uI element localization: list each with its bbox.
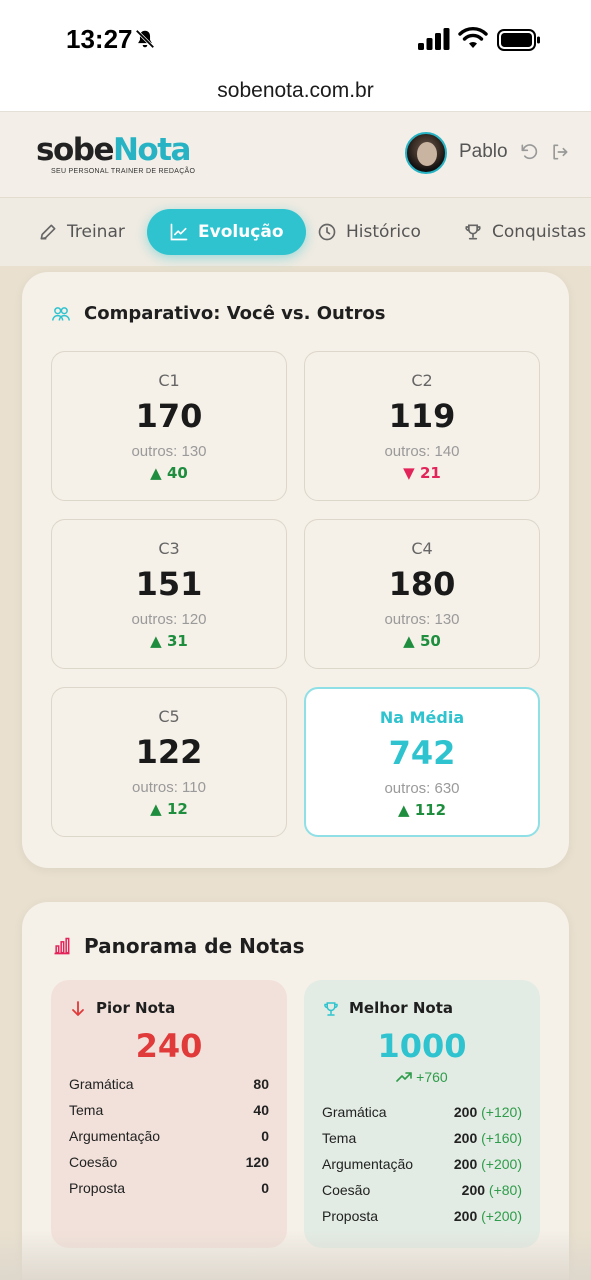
metric-diff: ▲ 50: [403, 632, 441, 650]
arrow-down-icon: [72, 1001, 84, 1016]
trend-up-icon: [396, 1072, 413, 1082]
metric-label: C4: [411, 539, 433, 558]
card-title: Comparativo: Você vs. Outros: [84, 303, 386, 324]
sobenota-logo[interactable]: sobeNota SEU PERSONAL TRAINER DE REDAÇÃO: [36, 132, 195, 188]
metric-card-c4: C4 180 outros: 130 ▲ 50: [304, 519, 540, 669]
metric-label: C1: [158, 371, 180, 390]
main-nav-tabs: Treinar Evolução Histórico Conquistas: [0, 198, 591, 266]
avatar[interactable]: [405, 132, 447, 174]
score-row: Tema 40: [69, 1102, 269, 1118]
logo-tagline: SEU PERSONAL TRAINER DE REDAÇÃO: [51, 168, 196, 175]
trophy-icon: [465, 224, 481, 240]
arrow-up-icon: ▲: [150, 800, 167, 818]
metric-others: outros: 140: [384, 443, 460, 460]
metric-value: 180: [388, 565, 456, 603]
worst-score-value: 240: [135, 1027, 203, 1065]
best-score-label: Melhor Nota: [349, 999, 453, 1017]
metric-value: 119: [388, 397, 456, 435]
metric-others: outros: 130: [384, 611, 460, 628]
metric-diff: ▲ 112: [397, 801, 447, 819]
tab-conquistas[interactable]: Conquistas: [463, 209, 586, 255]
score-row: Tema 200 (+160): [322, 1130, 522, 1146]
score-row: Coesão 120: [69, 1154, 269, 1170]
metric-diff: ▼ 21: [403, 464, 441, 482]
metric-diff: ▲ 40: [150, 464, 188, 482]
bottom-fade: [0, 1230, 591, 1280]
app-header: sobeNota SEU PERSONAL TRAINER DE REDAÇÃO…: [0, 112, 591, 198]
arrow-up-icon: ▲: [150, 632, 167, 650]
panorama-card: Panorama de Notas Pior Nota 240 Gramátic…: [22, 902, 569, 1280]
browser-url-bar[interactable]: sobenota.com.br: [0, 74, 591, 112]
metric-diff: ▲ 31: [150, 632, 188, 650]
metric-card-c5: C5 122 outros: 110 ▲ 12: [51, 687, 287, 837]
best-improvement: +760: [304, 1069, 540, 1085]
tab-evolucao[interactable]: Evolução: [147, 209, 306, 255]
arrow-up-icon: ▲: [150, 464, 167, 482]
arrow-up-icon: ▲: [403, 632, 420, 650]
metric-diff: ▲ 12: [150, 800, 188, 818]
score-row: Gramática 80: [69, 1076, 269, 1092]
metric-label: C5: [158, 707, 180, 726]
worst-score-label: Pior Nota: [96, 999, 176, 1017]
signal-icon: [418, 28, 450, 50]
arrow-up-icon: ▲: [397, 801, 415, 819]
url-text: sobenota.com.br: [217, 79, 374, 102]
score-row: Proposta 200 (+200): [322, 1208, 522, 1224]
score-row: Argumentação 200 (+200): [322, 1156, 522, 1172]
metric-value: 122: [135, 733, 203, 771]
tab-treinar[interactable]: Treinar: [38, 209, 125, 255]
best-score-value: 1000: [377, 1027, 467, 1065]
metric-others: outros: 130: [131, 443, 207, 460]
metric-label: Na Média: [379, 708, 465, 727]
undo-icon[interactable]: [519, 142, 539, 162]
score-row: Gramática 200 (+120): [322, 1104, 522, 1120]
metric-others: outros: 120: [131, 611, 207, 628]
bar-chart-icon: [54, 937, 70, 955]
metric-others: outros: 630: [384, 780, 460, 797]
score-row: Coesão 200 (+80): [322, 1182, 522, 1198]
worst-score-box: Pior Nota 240 Gramática 80 Tema 40 Argumen…: [51, 980, 287, 1248]
metric-card-c2: C2 119 outros: 140 ▼ 21: [304, 351, 540, 501]
user-name: Pablo: [459, 141, 508, 162]
wifi-icon: [458, 27, 488, 48]
score-row: Proposta 0: [69, 1180, 269, 1196]
metric-value: 170: [135, 397, 203, 435]
tab-historico[interactable]: Histórico: [317, 209, 421, 255]
best-score-box: Melhor Nota 1000 +760 Gramática 200 (+120…: [304, 980, 540, 1248]
metric-others: outros: 110: [132, 779, 206, 796]
tab-label: Conquistas: [492, 222, 587, 242]
logout-icon[interactable]: [550, 142, 570, 162]
logo-wordmark: sobeNota: [36, 132, 191, 168]
battery-icon: [497, 29, 540, 51]
metric-value: 151: [135, 565, 203, 603]
status-bar: 13:27: [0, 0, 591, 74]
tab-label: Evolução: [198, 222, 284, 242]
metric-label: C3: [158, 539, 180, 558]
trend-chart-icon: [170, 223, 188, 241]
score-row: Argumentação 0: [69, 1128, 269, 1144]
clock-icon: [318, 223, 336, 241]
metric-card-c1: C1 170 outros: 130 ▲ 40: [51, 351, 287, 501]
metric-card-media: Na Média 742 outros: 630 ▲ 112: [304, 687, 540, 837]
metric-label: C2: [411, 371, 433, 390]
tab-label: Histórico: [346, 222, 421, 242]
status-time: 13:27: [66, 24, 133, 54]
bell-off-icon: [135, 29, 155, 49]
metric-value: 742: [388, 734, 456, 772]
trophy-icon: [324, 1002, 338, 1016]
pencil-icon: [40, 224, 56, 240]
arrow-down-icon: ▼: [403, 464, 420, 482]
users-icon: [52, 307, 70, 321]
comparativo-card: Comparativo: Você vs. Outros C1 170 outr…: [22, 272, 569, 868]
card-title: Panorama de Notas: [84, 934, 305, 958]
tab-label: Treinar: [67, 222, 125, 242]
metric-card-c3: C3 151 outros: 120 ▲ 31: [51, 519, 287, 669]
